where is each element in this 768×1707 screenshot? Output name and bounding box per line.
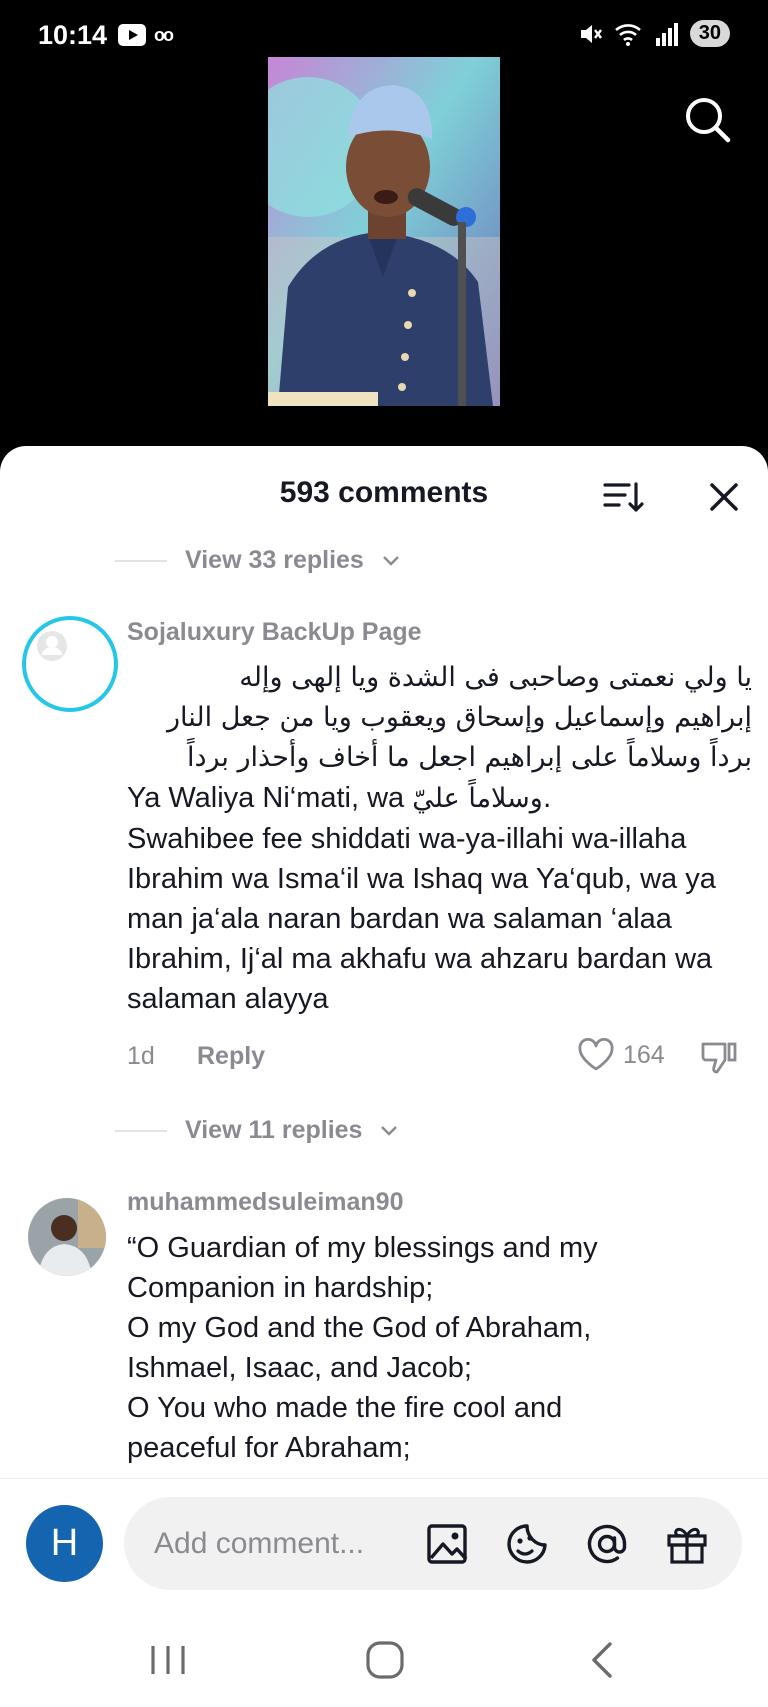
system-nav-bar: [0, 1608, 768, 1707]
recents-button[interactable]: [143, 1638, 193, 1682]
home-icon: [366, 1641, 404, 1679]
comment-line: Ishmael, Isaac, and Jacob;: [127, 1352, 472, 1384]
gift-icon: [667, 1527, 707, 1564]
search-icon: [686, 98, 731, 143]
mention-button[interactable]: [584, 1521, 630, 1567]
image-button[interactable]: [424, 1521, 470, 1567]
wifi-icon: [614, 23, 641, 46]
gift-button[interactable]: [664, 1521, 710, 1567]
comment-arabic-line: إبراهيم وإسماعيل وإسحاق ويعقوب ويا من جع…: [166, 702, 752, 733]
image-icon: [427, 1524, 468, 1564]
comment-line: “O Guardian of my blessings and my: [127, 1232, 598, 1264]
home-button[interactable]: [360, 1638, 410, 1682]
notification-icons: oo: [118, 24, 174, 46]
chevron-down-icon: [382, 555, 399, 566]
dislike-button[interactable]: [699, 1038, 739, 1083]
comment-item: Sojaluxury BackUp Page يا ولي نعمتى وصاح…: [0, 616, 768, 1096]
view-replies-toggle[interactable]: View 33 replies: [115, 546, 400, 575]
mention-icon: [587, 1524, 627, 1564]
signal-icon: [655, 22, 678, 46]
comment-text: Swahibee fee shiddati wa-ya-illahi wa-il…: [127, 823, 716, 1015]
comment-arabic-fragment: وسلاماً عليّ.: [412, 783, 552, 814]
comment-arabic-line: يا ولي نعمتى وصاحبى فى الشدة ويا إلهى وإ…: [239, 662, 752, 693]
video-frame: [268, 57, 500, 406]
close-button[interactable]: [703, 476, 745, 518]
back-icon: [592, 1642, 612, 1678]
battery-indicator: 30: [689, 20, 730, 47]
status-right-icons: 30: [578, 20, 730, 47]
status-time: 10:14: [38, 20, 108, 50]
comment-time: 1d: [127, 1042, 155, 1070]
comment-line: O my God and the God of Abraham,: [127, 1312, 592, 1344]
view-replies-label: View 33 replies: [185, 546, 364, 574]
heart-icon: [578, 1038, 614, 1071]
back-button[interactable]: [578, 1638, 628, 1682]
comment-username[interactable]: muhammedsuleiman90: [127, 1188, 404, 1217]
view-replies-label: View 11 replies: [185, 1116, 363, 1144]
close-icon: [710, 483, 738, 511]
avatar[interactable]: [22, 616, 118, 712]
comment-item: muhammedsuleiman90 “O Guardian of my ble…: [0, 1186, 768, 1486]
comment-field[interactable]: [124, 1497, 742, 1590]
reply-button[interactable]: Reply: [197, 1042, 265, 1071]
recents-icon: [151, 1646, 185, 1674]
chevron-down-icon: [381, 1125, 398, 1136]
voicemail-icon: oo: [154, 24, 174, 45]
comment-latin-fragment: Ya Waliya Ni‘mati, wa: [127, 782, 405, 814]
sticker-button[interactable]: [504, 1521, 550, 1567]
default-avatar-icon: [37, 631, 67, 661]
comment-line: Companion in hardship;: [127, 1272, 434, 1304]
comment-body: يا ولي نعمتى وصاحبى فى الشدة ويا إلهى وإ…: [127, 658, 752, 1019]
dislike-icon: [701, 1042, 737, 1074]
sort-button[interactable]: [602, 476, 644, 518]
comment-line: peaceful for Abraham;: [127, 1432, 411, 1464]
like-button[interactable]: 164: [577, 1038, 665, 1072]
search-button[interactable]: [683, 95, 733, 145]
current-user-avatar[interactable]: H: [26, 1505, 103, 1582]
youtube-notification-icon: [118, 24, 146, 46]
divider-line: [115, 1129, 167, 1132]
comment-arabic-line: برداً وسلاماً على إبراهيم اجعل ما أخاف و…: [186, 742, 752, 773]
video-preview[interactable]: [268, 57, 500, 406]
sticker-icon: [507, 1524, 547, 1564]
like-count: 164: [623, 1040, 665, 1069]
comments-count-title: 593 comments: [279, 476, 489, 509]
user-photo: [28, 1198, 106, 1276]
sort-icon: [603, 482, 644, 512]
view-replies-toggle[interactable]: View 11 replies: [115, 1116, 398, 1145]
mute-icon: [580, 24, 602, 43]
comment-body: “O Guardian of my blessings and my Compa…: [127, 1228, 752, 1468]
comment-line: O You who made the fire cool and: [127, 1392, 563, 1424]
comment-input-bar: H: [0, 1478, 768, 1608]
comment-username[interactable]: Sojaluxury BackUp Page: [127, 618, 422, 647]
comment-mixed-line: Ya Waliya Ni‘mati, wa وسلاماً عليّ.: [127, 778, 752, 819]
divider-line: [115, 559, 167, 562]
add-comment-input[interactable]: [154, 1497, 414, 1590]
avatar[interactable]: [28, 1198, 106, 1276]
comment-actions: 1d Reply 164: [127, 1038, 743, 1078]
